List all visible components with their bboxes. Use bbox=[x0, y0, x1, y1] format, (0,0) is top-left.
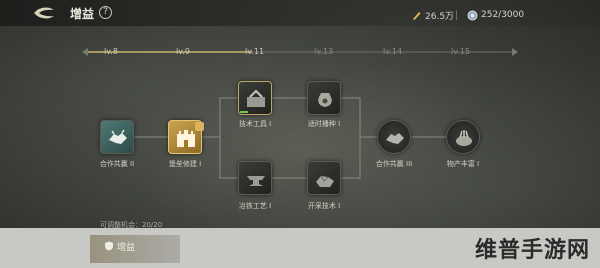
harvest-icon bbox=[456, 130, 472, 146]
level-marker-8: lv.8 bbox=[104, 47, 118, 56]
tech-node-label: 技术工具 I bbox=[238, 120, 272, 128]
tab-buff-label: 增益 bbox=[117, 243, 136, 253]
resource-pen-value: 26.5万 bbox=[425, 11, 455, 22]
tech-node-mining[interactable] bbox=[307, 161, 341, 195]
tools-progress bbox=[240, 111, 248, 113]
help-icon[interactable]: ? bbox=[99, 6, 112, 19]
resource-pen: 26.5万 bbox=[411, 8, 454, 22]
tech-node-label: 开采技术 I bbox=[307, 202, 341, 210]
watermark-text: 维普手游网 bbox=[474, 238, 590, 263]
back-arrow-icon bbox=[34, 7, 54, 19]
resource-token: 252/3000 bbox=[467, 8, 524, 22]
level-marker-9: lv.9 bbox=[176, 47, 190, 56]
tech-node-cooperation-3[interactable] bbox=[377, 120, 411, 154]
tech-node-label: 适时播种 I bbox=[307, 120, 341, 128]
toolbox-icon bbox=[247, 89, 265, 107]
resource-divider bbox=[456, 10, 457, 20]
token-icon bbox=[467, 10, 478, 20]
level-marker-15: lv.15 bbox=[451, 47, 471, 56]
ore-icon bbox=[316, 175, 334, 187]
tech-node-label: 堡垒修建 I bbox=[168, 160, 202, 168]
pen-icon bbox=[413, 11, 421, 20]
back-button[interactable] bbox=[30, 4, 56, 22]
upgrade-badge bbox=[195, 122, 204, 131]
tech-node-label: 冶铁工艺 I bbox=[238, 202, 272, 210]
seed-bag-icon bbox=[318, 93, 332, 107]
shield-icon bbox=[105, 241, 113, 251]
tech-node-label: 合作共赢 III bbox=[375, 160, 413, 168]
anvil-icon bbox=[247, 176, 265, 186]
tech-node-cooperation-2[interactable] bbox=[100, 120, 134, 154]
handshake-icon bbox=[386, 133, 404, 144]
tech-node-sowing[interactable] bbox=[307, 81, 341, 115]
handshake-icon bbox=[109, 129, 127, 144]
tech-node-tools[interactable] bbox=[238, 81, 272, 115]
resource-token-value: 252/3000 bbox=[481, 10, 525, 20]
level-marker-11: lv.11 bbox=[245, 47, 265, 56]
level-marker-14: lv.14 bbox=[383, 47, 403, 56]
tech-node-abundance[interactable] bbox=[446, 120, 480, 154]
level-marker-13: lv.13 bbox=[314, 47, 334, 56]
tech-node-ironwork[interactable] bbox=[238, 161, 272, 195]
tech-node-label: 物产丰富 I bbox=[446, 160, 480, 168]
page-title: 增益 bbox=[70, 7, 95, 21]
